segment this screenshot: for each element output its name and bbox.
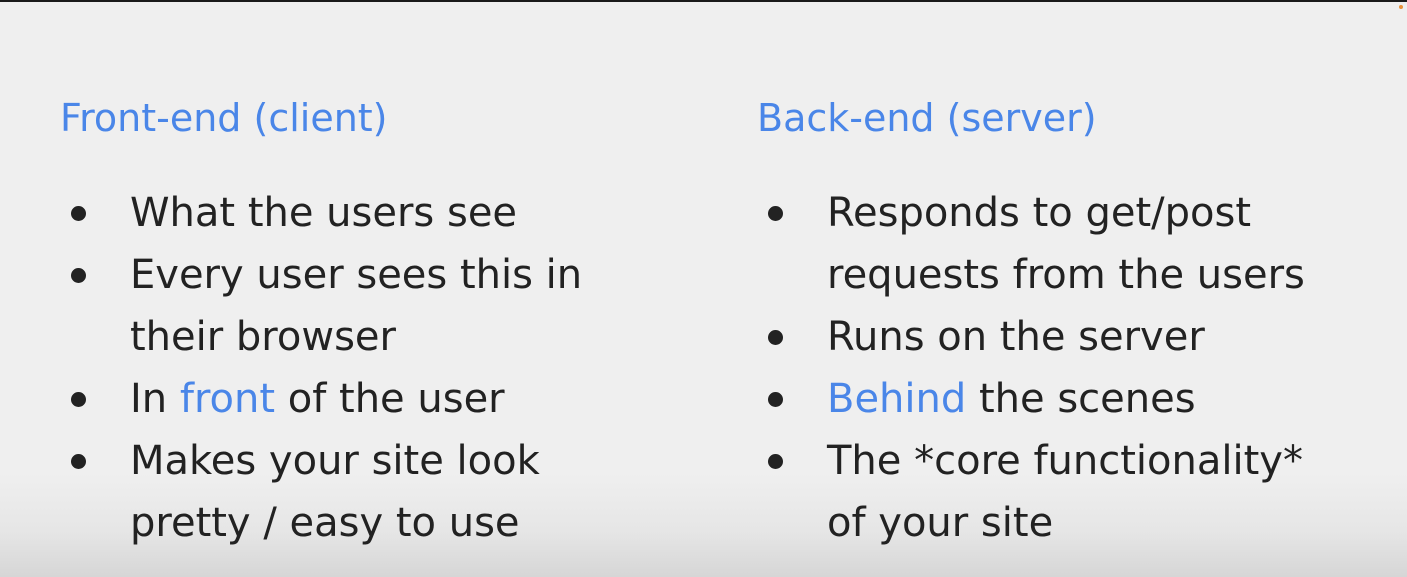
list-item-continuation: pretty / easy to use	[60, 492, 582, 554]
front-end-heading: Front-end (client)	[60, 96, 388, 140]
list-item-continuation: their browser	[60, 306, 582, 368]
bullet-icon	[71, 206, 86, 221]
list-item-text: What the users see	[130, 190, 518, 236]
bullet-icon	[768, 392, 783, 407]
list-item-text: Runs on the server	[827, 314, 1205, 360]
list-item-text-after: of the user	[275, 376, 505, 422]
list-item-text: Responds to get/post	[827, 190, 1252, 236]
list-item-text: of your site	[827, 500, 1054, 546]
list-item: In front of the user	[60, 368, 582, 430]
slide: Front-end (client) What the users see Ev…	[0, 2, 1407, 577]
bullet-icon	[71, 268, 86, 283]
highlighted-word: Behind	[827, 376, 967, 422]
list-item-text: pretty / easy to use	[130, 500, 520, 546]
list-item-text: Every user sees this in	[130, 252, 583, 298]
list-item: Responds to get/post	[757, 182, 1305, 244]
list-item-continuation: of your site	[757, 492, 1305, 554]
list-item: What the users see	[60, 182, 582, 244]
bullet-icon	[768, 206, 783, 221]
list-item-text-before: In	[130, 376, 180, 422]
list-item: Behind the scenes	[757, 368, 1305, 430]
list-item-text: Makes your site look	[130, 438, 540, 484]
list-item: The *core functionality*	[757, 430, 1305, 492]
bullet-icon	[71, 454, 86, 469]
corner-indicator	[1399, 5, 1403, 9]
front-end-list: What the users see Every user sees this …	[60, 182, 582, 554]
bullet-icon	[768, 330, 783, 345]
list-item: Makes your site look	[60, 430, 582, 492]
list-item: Every user sees this in	[60, 244, 582, 306]
list-item: Runs on the server	[757, 306, 1305, 368]
highlighted-word: front	[179, 376, 276, 422]
list-item-continuation: requests from the users	[757, 244, 1305, 306]
list-item-text: requests from the users	[827, 252, 1305, 298]
list-item-text: their browser	[130, 314, 396, 360]
list-item-text: The *core functionality*	[827, 438, 1303, 484]
bullet-icon	[71, 392, 86, 407]
list-item-text-after: the scenes	[966, 376, 1196, 422]
back-end-heading: Back-end (server)	[757, 96, 1097, 140]
bullet-icon	[768, 454, 783, 469]
back-end-list: Responds to get/post requests from the u…	[757, 182, 1305, 554]
